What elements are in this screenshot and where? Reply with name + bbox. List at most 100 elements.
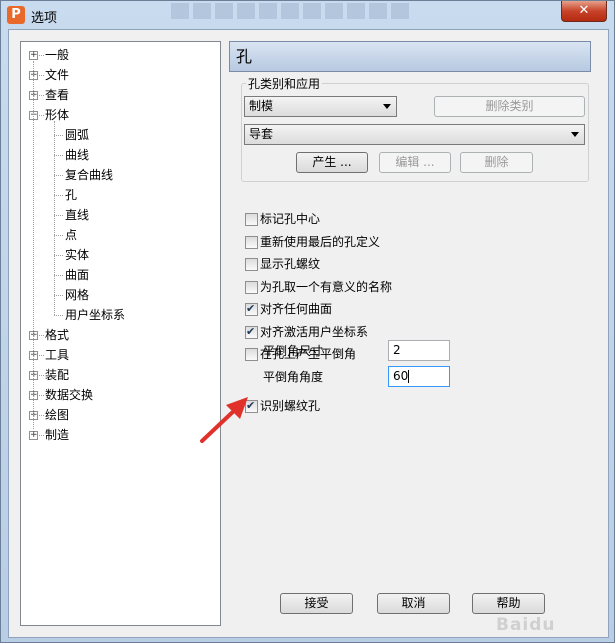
- tree-connector: [39, 335, 44, 336]
- tree-item[interactable]: 装配: [45, 365, 69, 385]
- tree-item-label: 网格: [65, 288, 90, 302]
- tree-connector: [54, 155, 63, 156]
- tree-item-label: 复合曲线: [65, 168, 114, 182]
- tree-item-label: 圆弧: [65, 128, 90, 142]
- delete-category-button[interactable]: 删除类别: [434, 96, 585, 117]
- category-select-value: 制模: [249, 99, 274, 113]
- options-tree[interactable]: 一般 + 文件 + 查看 + 形体 − 圆弧 曲线 复合曲线孔直线点实体 曲面 网格 用户坐标系 格式 + 工具…: [20, 41, 221, 626]
- option-label: 显示孔螺纹: [260, 257, 321, 271]
- tree-connector: [39, 415, 44, 416]
- chevron-down-icon: [383, 104, 391, 109]
- cancel-button[interactable]: 取消: [377, 593, 450, 614]
- chamfer-size-value: 2: [393, 343, 401, 357]
- page-title: 孔: [229, 41, 591, 72]
- close-button[interactable]: ✕: [561, 1, 607, 22]
- delete-button[interactable]: 删除: [460, 152, 533, 173]
- tree-item-label: 工具: [45, 348, 70, 362]
- edit-button[interactable]: 编辑 ...: [379, 152, 451, 173]
- tree-connector: [39, 435, 44, 436]
- tree-connector: [39, 95, 44, 96]
- tree-connector: [54, 235, 63, 236]
- tree-connector: [39, 115, 44, 116]
- tree-item[interactable]: 制造: [45, 425, 69, 445]
- tree-item[interactable]: 曲线: [65, 145, 89, 165]
- option-checkbox[interactable]: [245, 280, 258, 294]
- ok-button[interactable]: 接受: [280, 593, 353, 614]
- watermark: Baidu: [496, 615, 556, 635]
- expand-icon[interactable]: +: [29, 431, 38, 440]
- option-label: 标记孔中心: [260, 212, 321, 226]
- tree-item-label: 查看: [45, 88, 70, 102]
- tree-item[interactable]: 格式: [45, 325, 69, 345]
- chamfer-angle-label: 平倒角角度: [263, 370, 324, 384]
- tree-item[interactable]: 点: [65, 225, 77, 245]
- tree-item[interactable]: 一般: [45, 45, 69, 65]
- option-checkbox[interactable]: [245, 348, 258, 361]
- tree-connector: [54, 121, 55, 315]
- background-window-title: [171, 3, 411, 19]
- tree-item-label: 曲线: [65, 148, 90, 162]
- expand-icon[interactable]: +: [29, 51, 38, 60]
- dialog-client: 一般 + 文件 + 查看 + 形体 − 圆弧 曲线 复合曲线孔直线点实体 曲面 网格 用户坐标系 格式 + 工具…: [8, 29, 609, 638]
- category-select[interactable]: 制模: [244, 96, 397, 117]
- tree-connector: [54, 135, 63, 136]
- tree-item-label: 实体: [65, 248, 90, 262]
- text-caret: [408, 370, 410, 383]
- chamfer-size-input[interactable]: 2: [388, 340, 450, 361]
- options-dialog: P 选项 ✕ 一般 + 文件 + 查看 + 形体 − 圆弧 曲线 复合曲线孔直线点实体 曲面 网格 用户坐…: [0, 0, 615, 643]
- chamfer-angle-input[interactable]: 60: [388, 366, 450, 387]
- tree-item[interactable]: 绘图: [45, 405, 69, 425]
- tree-connector: [54, 215, 63, 216]
- tree-item[interactable]: 曲面: [65, 265, 89, 285]
- option-checkbox[interactable]: [245, 322, 258, 342]
- application-select-value: 导套: [249, 127, 274, 141]
- tree-item-label: 形体: [45, 108, 70, 122]
- option-label: 对齐激活用户坐标系: [260, 324, 369, 339]
- tree-item[interactable]: 用户坐标系: [65, 305, 125, 325]
- hole-category-group: 孔类别和应用 制模 删除类别 导套 产生 ... 编辑 ... 删除: [241, 75, 589, 182]
- tree-connector: [39, 375, 44, 376]
- tree-item[interactable]: 工具: [45, 345, 69, 365]
- tree-item-label: 点: [65, 228, 78, 242]
- tree-item[interactable]: 圆弧: [65, 125, 89, 145]
- tree-item[interactable]: 形体: [45, 105, 69, 125]
- group-label: 孔类别和应用: [246, 75, 323, 92]
- option-checkbox[interactable]: [245, 258, 258, 271]
- application-select[interactable]: 导套: [244, 124, 585, 145]
- tree-item[interactable]: 孔: [65, 185, 77, 205]
- tree-item-label: 孔: [65, 188, 78, 202]
- tree-item[interactable]: 直线: [65, 205, 89, 225]
- produce-button[interactable]: 产生 ...: [296, 152, 368, 173]
- thread-option-label: 识别螺纹孔: [260, 399, 321, 413]
- tree-connector: [39, 75, 44, 76]
- tree-item[interactable]: 数据交换: [45, 385, 93, 405]
- option-label: 对齐任何曲面: [260, 302, 333, 316]
- window-title: 选项: [31, 11, 58, 26]
- chamfer-angle-value: 60: [393, 369, 409, 383]
- tree-item[interactable]: 网格: [65, 285, 89, 305]
- tree-connector: [54, 295, 63, 296]
- tree-item[interactable]: 实体: [65, 245, 89, 265]
- tree-item-label: 用户坐标系: [65, 308, 126, 322]
- option-checkbox[interactable]: [245, 299, 258, 319]
- tree-item-label: 直线: [65, 208, 90, 222]
- tree-connector: [39, 55, 44, 56]
- title-bar: P 选项 ✕: [1, 1, 614, 29]
- tree-item[interactable]: 文件: [45, 65, 69, 85]
- tree-item-label: 曲面: [65, 268, 90, 282]
- tree-item-label: 一般: [45, 48, 70, 62]
- option-checkbox[interactable]: [245, 235, 258, 249]
- tree-item[interactable]: 复合曲线: [65, 165, 113, 185]
- tree-connector: [39, 355, 44, 356]
- option-label: 为孔取一个有意义的名称: [260, 279, 393, 294]
- tree-item-label: 绘图: [45, 408, 70, 422]
- tree-item[interactable]: 查看: [45, 85, 69, 105]
- chamfer-size-label: 平倒角尺寸: [263, 344, 324, 358]
- tree-connector: [54, 175, 63, 176]
- app-icon: P: [7, 6, 25, 24]
- help-button[interactable]: 帮助: [472, 593, 545, 614]
- tree-connector: [54, 315, 63, 316]
- tree-connector: [33, 61, 34, 429]
- option-checkbox[interactable]: [245, 213, 258, 226]
- option-label: 重新使用最后的孔定义: [260, 234, 381, 249]
